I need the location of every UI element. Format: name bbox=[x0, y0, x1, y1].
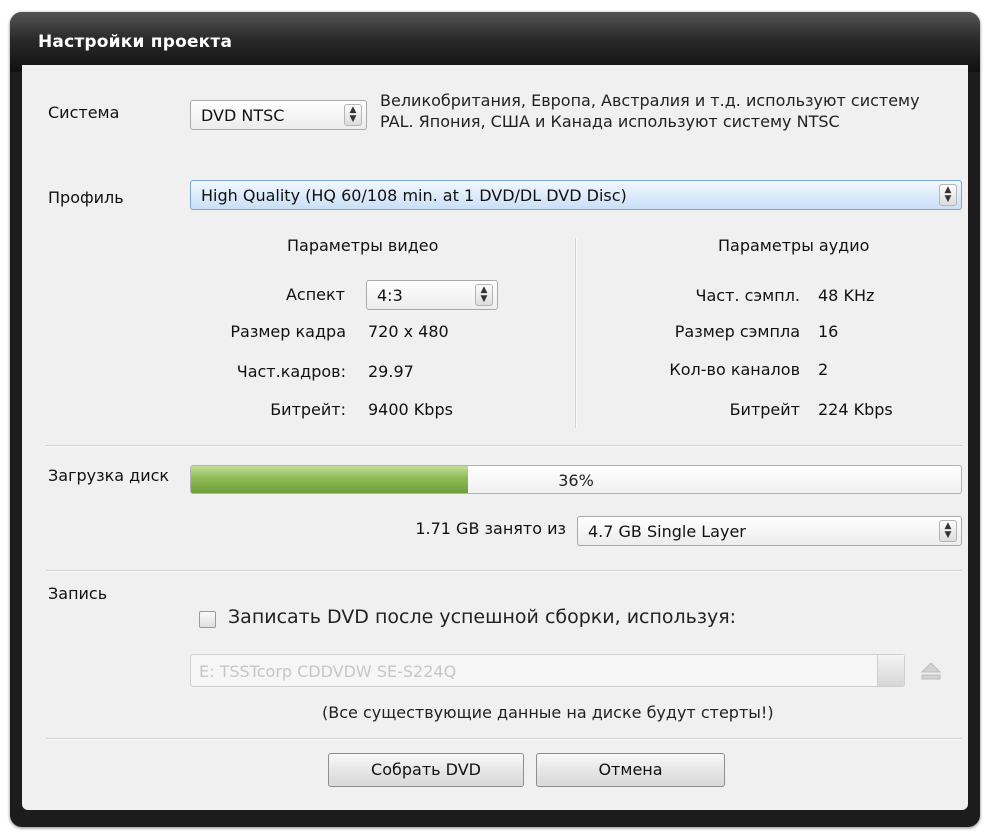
dropdown-arrow-icon bbox=[877, 655, 904, 686]
burn-section-label: Запись bbox=[48, 584, 108, 603]
dialog-title: Настройки проекта bbox=[38, 32, 233, 52]
eject-icon[interactable] bbox=[918, 658, 944, 684]
disk-used-text: 1.71 GB занято из bbox=[415, 519, 566, 538]
audio-bitrate-label: Битрейт bbox=[729, 400, 800, 419]
profile-select-value: High Quality (HQ 60/108 min. at 1 DVD/DL… bbox=[201, 186, 627, 205]
system-select-value: DVD NTSC bbox=[201, 106, 285, 125]
disk-load-label: Загрузка диск bbox=[48, 466, 170, 485]
frame-rate-label: Част.кадров: bbox=[236, 362, 346, 381]
system-label: Система bbox=[48, 103, 120, 122]
aspect-select-value: 4:3 bbox=[377, 286, 403, 305]
burn-after-build-checkbox[interactable] bbox=[199, 611, 216, 628]
dialog-client-area bbox=[22, 65, 968, 810]
channels-label: Кол-во каналов bbox=[669, 360, 800, 379]
video-bitrate-value: 9400 Kbps bbox=[368, 400, 453, 419]
video-bitrate-label: Битрейт: bbox=[270, 400, 346, 419]
channels-value: 2 bbox=[818, 360, 829, 379]
spinner-arrows-icon[interactable]: ▲ ▼ bbox=[939, 520, 957, 542]
erase-warning: (Все существующие данные на диске будут … bbox=[322, 703, 774, 722]
disk-usage-percent: 36% bbox=[558, 471, 594, 490]
title-bar: Настройки проекта bbox=[10, 12, 980, 72]
audio-bitrate-value: 224 Kbps bbox=[818, 400, 893, 419]
aspect-label: Аспект bbox=[285, 285, 345, 304]
sample-size-value: 16 bbox=[818, 322, 839, 341]
spinner-arrows-icon[interactable]: ▲ ▼ bbox=[939, 184, 957, 206]
sample-rate-label: Част. сэмпл. bbox=[695, 286, 800, 305]
burner-drive-value: E: TSSTcorp CDDVDW SE-S224Q bbox=[199, 662, 457, 681]
video-params-heading: Параметры видео bbox=[287, 236, 439, 255]
system-select[interactable]: DVD NTSC ▲ ▼ bbox=[190, 100, 367, 130]
frame-size-value: 720 x 480 bbox=[368, 322, 449, 341]
frame-rate-value: 29.97 bbox=[368, 362, 414, 381]
burner-drive-select: E: TSSTcorp CDDVDW SE-S224Q bbox=[190, 654, 905, 687]
burn-after-build-label[interactable]: Записать DVD после успешной сборки, испо… bbox=[228, 606, 736, 628]
separator bbox=[46, 570, 962, 572]
sample-rate-value: 48 KHz bbox=[818, 286, 875, 305]
disk-usage-progress-bar: 36% bbox=[190, 465, 962, 494]
profile-label: Профиль bbox=[48, 188, 124, 207]
system-description: Великобритания, Европа, Австралия и т.д.… bbox=[380, 91, 920, 131]
audio-params-heading: Параметры аудио bbox=[718, 236, 870, 255]
separator bbox=[46, 445, 962, 447]
separator bbox=[46, 738, 962, 740]
sample-size-label: Размер сэмпла bbox=[674, 322, 800, 341]
spinner-arrows-icon[interactable]: ▲ ▼ bbox=[475, 284, 493, 306]
cancel-button[interactable]: Отмена bbox=[536, 753, 725, 787]
disc-type-select[interactable]: 4.7 GB Single Layer ▲ ▼ bbox=[577, 516, 962, 546]
spinner-arrows-icon[interactable]: ▲ ▼ bbox=[344, 104, 362, 126]
build-dvd-button[interactable]: Собрать DVD bbox=[328, 753, 524, 787]
frame-size-label: Размер кадра bbox=[230, 322, 346, 341]
profile-select[interactable]: High Quality (HQ 60/108 min. at 1 DVD/DL… bbox=[190, 180, 962, 210]
aspect-select[interactable]: 4:3 ▲ ▼ bbox=[366, 280, 498, 310]
params-divider bbox=[575, 238, 577, 428]
disc-type-value: 4.7 GB Single Layer bbox=[588, 522, 746, 541]
